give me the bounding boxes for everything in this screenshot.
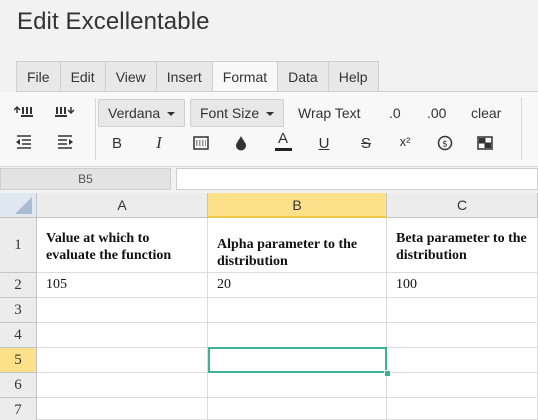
- tab-help[interactable]: Help: [327, 62, 379, 91]
- row-header-6[interactable]: 6: [0, 373, 37, 398]
- column-header-b[interactable]: B: [208, 193, 387, 218]
- font-family-value: Verdana: [108, 105, 161, 121]
- font-size-dropdown[interactable]: Font Size: [190, 99, 284, 127]
- cell-b2[interactable]: 20: [208, 273, 387, 298]
- cell-c4[interactable]: [387, 323, 538, 348]
- row-header-4[interactable]: 4: [0, 323, 37, 348]
- conditional-format-icon[interactable]: [473, 132, 497, 154]
- tab-data[interactable]: Data: [277, 62, 328, 91]
- cell-text: Alpha parameter to the distribution: [217, 237, 358, 269]
- wrap-text-button[interactable]: Wrap Text: [298, 105, 361, 121]
- cell-b3[interactable]: [208, 298, 387, 323]
- row-header-5[interactable]: 5: [0, 348, 37, 373]
- spreadsheet-grid: A B C 1 2 3 4 5 6 7 Value at which to ev…: [0, 193, 538, 420]
- text-color-label: A: [277, 130, 288, 147]
- decrease-decimal-button[interactable]: .0: [389, 105, 401, 121]
- cell-b4[interactable]: [208, 323, 387, 348]
- row-header-2[interactable]: 2: [0, 273, 37, 298]
- cell-a5[interactable]: [37, 348, 208, 373]
- currency-icon[interactable]: $: [433, 132, 457, 154]
- superscript-button[interactable]: x²: [393, 130, 417, 152]
- fill-handle[interactable]: [384, 370, 391, 377]
- toolbar-separator: [95, 98, 96, 160]
- formula-input[interactable]: [176, 168, 538, 190]
- cell-text: Beta parameter to the distribution: [396, 231, 527, 263]
- borders-icon[interactable]: [189, 132, 213, 154]
- toolbar-separator: [521, 98, 522, 160]
- cell-b1[interactable]: Alpha parameter to the distribution: [208, 218, 387, 273]
- text-color-button[interactable]: A: [271, 130, 295, 152]
- row-header-3[interactable]: 3: [0, 298, 37, 323]
- italic-button[interactable]: I: [147, 132, 171, 154]
- cell-text: Value at which to evaluate the function: [46, 231, 172, 263]
- chevron-down-icon: [167, 112, 175, 116]
- strikethrough-button[interactable]: S: [354, 132, 378, 154]
- cell-name-box[interactable]: B5: [0, 168, 171, 190]
- active-cell-outline: [208, 347, 387, 373]
- cell-c7[interactable]: [387, 398, 538, 420]
- cell-a4[interactable]: [37, 323, 208, 348]
- cell-a2[interactable]: 105: [37, 273, 208, 298]
- cell-b6[interactable]: [208, 373, 387, 398]
- clear-format-button[interactable]: clear: [471, 105, 501, 121]
- bold-button[interactable]: B: [105, 132, 129, 154]
- cell-c1[interactable]: Beta parameter to the distribution: [387, 218, 538, 273]
- fill-color-icon[interactable]: [229, 132, 253, 154]
- underline-button[interactable]: U: [312, 132, 336, 154]
- increase-decimal-button[interactable]: .00: [427, 105, 446, 121]
- insert-row-above-icon[interactable]: [12, 102, 36, 124]
- text-color-bar: [274, 148, 292, 151]
- row-header-7[interactable]: 7: [0, 398, 37, 420]
- insert-column-left-icon[interactable]: [12, 132, 36, 154]
- cell-a6[interactable]: [37, 373, 208, 398]
- tab-insert[interactable]: Insert: [155, 62, 212, 91]
- column-header-c[interactable]: C: [387, 193, 538, 218]
- insert-row-below-icon[interactable]: [53, 102, 77, 124]
- select-all-corner[interactable]: [0, 193, 37, 218]
- tab-edit[interactable]: Edit: [59, 62, 105, 91]
- font-size-value: Font Size: [200, 105, 260, 121]
- page-title: Edit Excellentable: [17, 8, 210, 35]
- cell-c6[interactable]: [387, 373, 538, 398]
- tab-file[interactable]: File: [16, 62, 60, 91]
- tab-format[interactable]: Format: [211, 62, 278, 93]
- insert-column-right-icon[interactable]: [53, 132, 77, 154]
- cell-c2[interactable]: 100: [387, 273, 538, 298]
- format-toolbar: Verdana Font Size Wrap Text .0 .00 clear…: [0, 92, 538, 167]
- tab-view[interactable]: View: [104, 62, 156, 91]
- cell-c3[interactable]: [387, 298, 538, 323]
- column-header-a[interactable]: A: [37, 193, 208, 218]
- menu-tabs: File Edit View Insert Format Data Help: [16, 61, 379, 93]
- cell-a7[interactable]: [37, 398, 208, 420]
- svg-text:$: $: [442, 140, 448, 150]
- cell-b7[interactable]: [208, 398, 387, 420]
- cell-a3[interactable]: [37, 298, 208, 323]
- cell-a1[interactable]: Value at which to evaluate the function: [37, 218, 208, 273]
- cell-c5[interactable]: [387, 348, 538, 373]
- row-header-1[interactable]: 1: [0, 218, 37, 273]
- chevron-down-icon: [266, 112, 274, 116]
- font-family-dropdown[interactable]: Verdana: [98, 99, 185, 127]
